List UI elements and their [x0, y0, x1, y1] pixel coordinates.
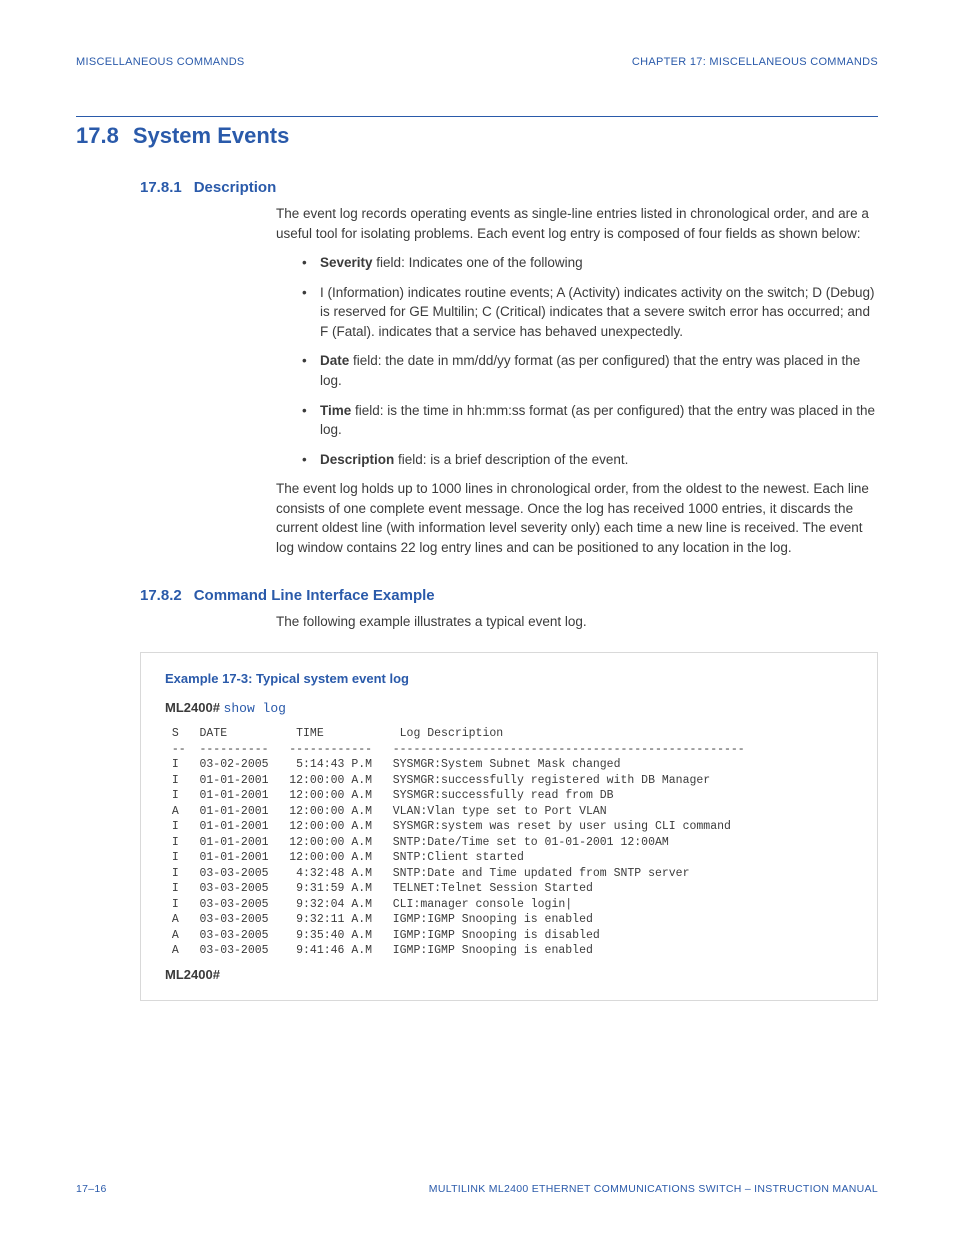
bullet-time: Time field: is the time in hh:mm:ss form…: [306, 401, 878, 440]
section-title: 17.8 System Events: [76, 123, 878, 149]
bullet-info-codes: I (Information) indicates routine events…: [306, 283, 878, 342]
footer-page-number: 17–16: [76, 1183, 107, 1195]
cli-body: The following example illustrates a typi…: [276, 612, 878, 632]
bullet-description: Description field: is a brief descriptio…: [306, 450, 878, 470]
example-box: Example 17-3: Typical system event log M…: [140, 652, 878, 1001]
header-right: CHAPTER 17: MISCELLANEOUS COMMANDS: [632, 56, 878, 68]
subsection-description: 17.8.1 Description: [140, 179, 878, 196]
description-para2: The event log holds up to 1000 lines in …: [276, 479, 878, 557]
footer-manual-title: MULTILINK ML2400 ETHERNET COMMUNICATIONS…: [429, 1183, 878, 1195]
section-name: System Events: [133, 123, 290, 149]
description-bullets: Severity field: Indicates one of the fol…: [276, 253, 878, 469]
example-log-output: S DATE TIME Log Description -- ---------…: [165, 726, 853, 959]
header-left: MISCELLANEOUS COMMANDS: [76, 56, 245, 68]
bullet-severity: Severity field: Indicates one of the fol…: [306, 253, 878, 273]
section-rule: [76, 116, 878, 117]
subsection-name: Description: [194, 179, 277, 196]
example-command-line: ML2400# show log: [165, 700, 853, 716]
cli-para1: The following example illustrates a typi…: [276, 612, 878, 632]
page-footer: 17–16 MULTILINK ML2400 ETHERNET COMMUNIC…: [76, 1183, 878, 1195]
page-header: MISCELLANEOUS COMMANDS CHAPTER 17: MISCE…: [76, 56, 878, 68]
subsection-number: 17.8.2: [140, 587, 182, 604]
bullet-date: Date field: the date in mm/dd/yy format …: [306, 351, 878, 390]
example-title: Example 17-3: Typical system event log: [165, 671, 853, 686]
cli-prompt: ML2400#: [165, 700, 220, 715]
description-para1: The event log records operating events a…: [276, 204, 878, 243]
subsection-cli-example: 17.8.2 Command Line Interface Example: [140, 587, 878, 604]
cli-prompt-end: ML2400#: [165, 967, 853, 982]
cli-command: show log: [224, 701, 286, 716]
section-number: 17.8: [76, 123, 119, 149]
subsection-name: Command Line Interface Example: [194, 587, 435, 604]
description-body: The event log records operating events a…: [276, 204, 878, 557]
subsection-number: 17.8.1: [140, 179, 182, 196]
